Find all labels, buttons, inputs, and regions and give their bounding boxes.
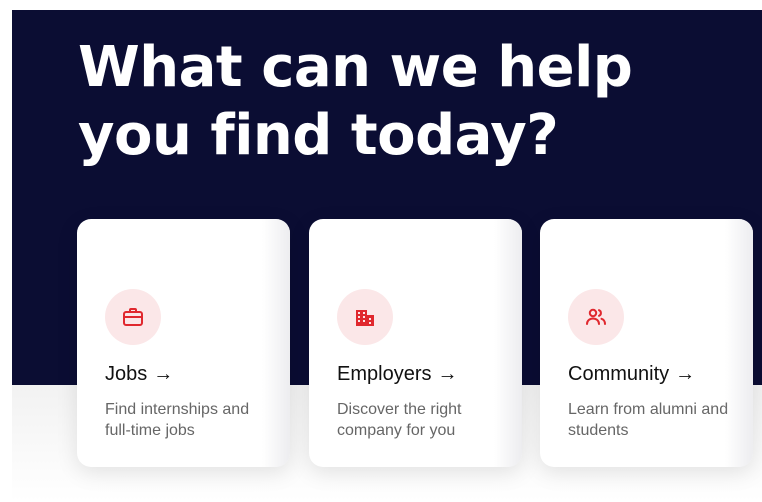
card-description-community: Learn from alumni and students — [568, 401, 729, 439]
card-title-employers[interactable]: Employers → — [337, 363, 457, 386]
card-description-jobs: Find internships and full-time jobs — [105, 401, 250, 439]
card-title-label: Employers — [337, 363, 432, 385]
page-headline: What can we help you find today? — [78, 35, 633, 168]
building-icon — [337, 289, 393, 345]
arrow-right-icon: → — [675, 363, 696, 385]
card-employers[interactable]: Employers → Discover the right company fo… — [309, 219, 522, 467]
card-title-community[interactable]: Community → — [568, 363, 695, 386]
card-jobs[interactable]: Jobs → Find internships and full-time job… — [77, 219, 290, 467]
card-title-label: Community — [568, 363, 670, 385]
card-title-label: Jobs — [105, 363, 148, 385]
card-title-jobs[interactable]: Jobs → — [105, 363, 173, 386]
arrow-right-icon: → — [437, 363, 458, 385]
card-community[interactable]: Community → Learn from alumni and student… — [540, 219, 753, 467]
people-icon — [568, 289, 624, 345]
arrow-right-icon: → — [153, 363, 174, 385]
card-description-employers: Discover the right company for you — [337, 401, 462, 439]
briefcase-icon — [105, 289, 161, 345]
